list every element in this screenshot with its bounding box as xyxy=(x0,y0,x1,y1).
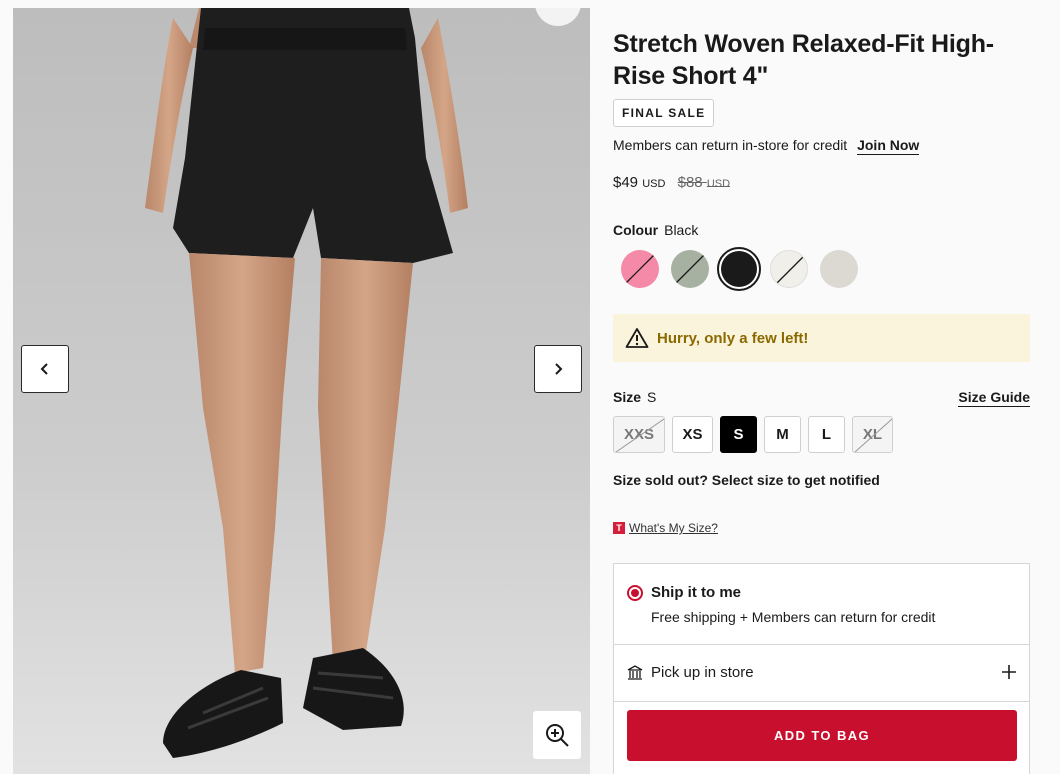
ship-subtitle: Free shipping + Members can return for c… xyxy=(651,609,936,625)
pickup-option[interactable]: Pick up in store xyxy=(614,645,1029,702)
product-photo xyxy=(13,8,590,774)
size-label: Size S xyxy=(613,389,657,405)
sale-price: $49 xyxy=(613,174,639,191)
size-option-xs[interactable]: XS xyxy=(672,416,713,453)
unavailable-slash-icon xyxy=(674,253,706,285)
members-text: Members can return in-store for credit xyxy=(613,137,848,153)
ship-radio[interactable] xyxy=(627,585,643,601)
sale-price-currency: USD xyxy=(642,178,666,190)
colour-swatch-sage[interactable] xyxy=(671,250,709,288)
final-sale-badge: FINAL SALE xyxy=(613,99,715,127)
size-option-xxs[interactable]: XXS xyxy=(613,416,665,453)
size-guide-link[interactable]: Size Guide xyxy=(958,389,1030,407)
join-now-link[interactable]: Join Now xyxy=(857,137,920,155)
delivery-options: Ship it to me Free shipping + Members ca… xyxy=(613,563,1030,774)
unavailable-slash-icon xyxy=(624,253,656,285)
product-image-gallery[interactable] xyxy=(13,8,590,774)
plus-icon[interactable] xyxy=(1001,664,1017,680)
members-return-note: Members can return in-store for credit J… xyxy=(613,137,920,155)
unavailable-slash-icon xyxy=(774,254,806,286)
truefit-icon: T xyxy=(613,522,625,534)
colour-swatch-bone[interactable] xyxy=(820,250,858,288)
original-price: $88 USD xyxy=(677,174,731,191)
size-option-xl[interactable]: XL xyxy=(852,416,893,453)
ship-it-option[interactable]: Ship it to me Free shipping + Members ca… xyxy=(614,564,1029,645)
previous-image-button[interactable] xyxy=(21,345,69,393)
price: $49 USD $88 USD xyxy=(613,174,730,191)
next-image-button[interactable] xyxy=(534,345,582,393)
whats-my-size-link[interactable]: What's My Size? xyxy=(629,521,718,535)
store-icon xyxy=(627,665,643,680)
unavailable-slash-icon xyxy=(615,418,664,452)
size-option-s[interactable]: S xyxy=(720,416,757,453)
colour-swatch-black[interactable] xyxy=(717,247,761,291)
colour-label: Colour Black xyxy=(613,222,699,238)
warning-icon xyxy=(625,328,649,348)
product-title: Stretch Woven Relaxed-Fit High-Rise Shor… xyxy=(613,30,994,90)
size-option-m[interactable]: M xyxy=(764,416,801,453)
selected-size: S xyxy=(647,389,657,405)
ship-title: Ship it to me xyxy=(651,584,741,601)
chevron-left-icon xyxy=(40,363,48,375)
low-stock-text: Hurry, only a few left! xyxy=(657,329,809,347)
colour-swatch-pink[interactable] xyxy=(621,250,659,288)
sold-out-note: Size sold out? Select size to get notifi… xyxy=(613,472,880,488)
whats-my-size: T What's My Size? xyxy=(613,521,718,535)
add-to-bag-button[interactable]: ADD TO BAG xyxy=(627,710,1017,761)
unavailable-slash-icon xyxy=(854,418,892,452)
zoom-button[interactable] xyxy=(533,711,581,759)
selected-colour: Black xyxy=(664,222,699,238)
low-stock-alert: Hurry, only a few left! xyxy=(613,314,1030,362)
pickup-title: Pick up in store xyxy=(651,664,754,681)
zoom-in-icon xyxy=(546,724,569,747)
colour-swatch-white[interactable] xyxy=(770,250,808,288)
chevron-right-icon xyxy=(555,363,563,375)
size-option-l[interactable]: L xyxy=(808,416,845,453)
